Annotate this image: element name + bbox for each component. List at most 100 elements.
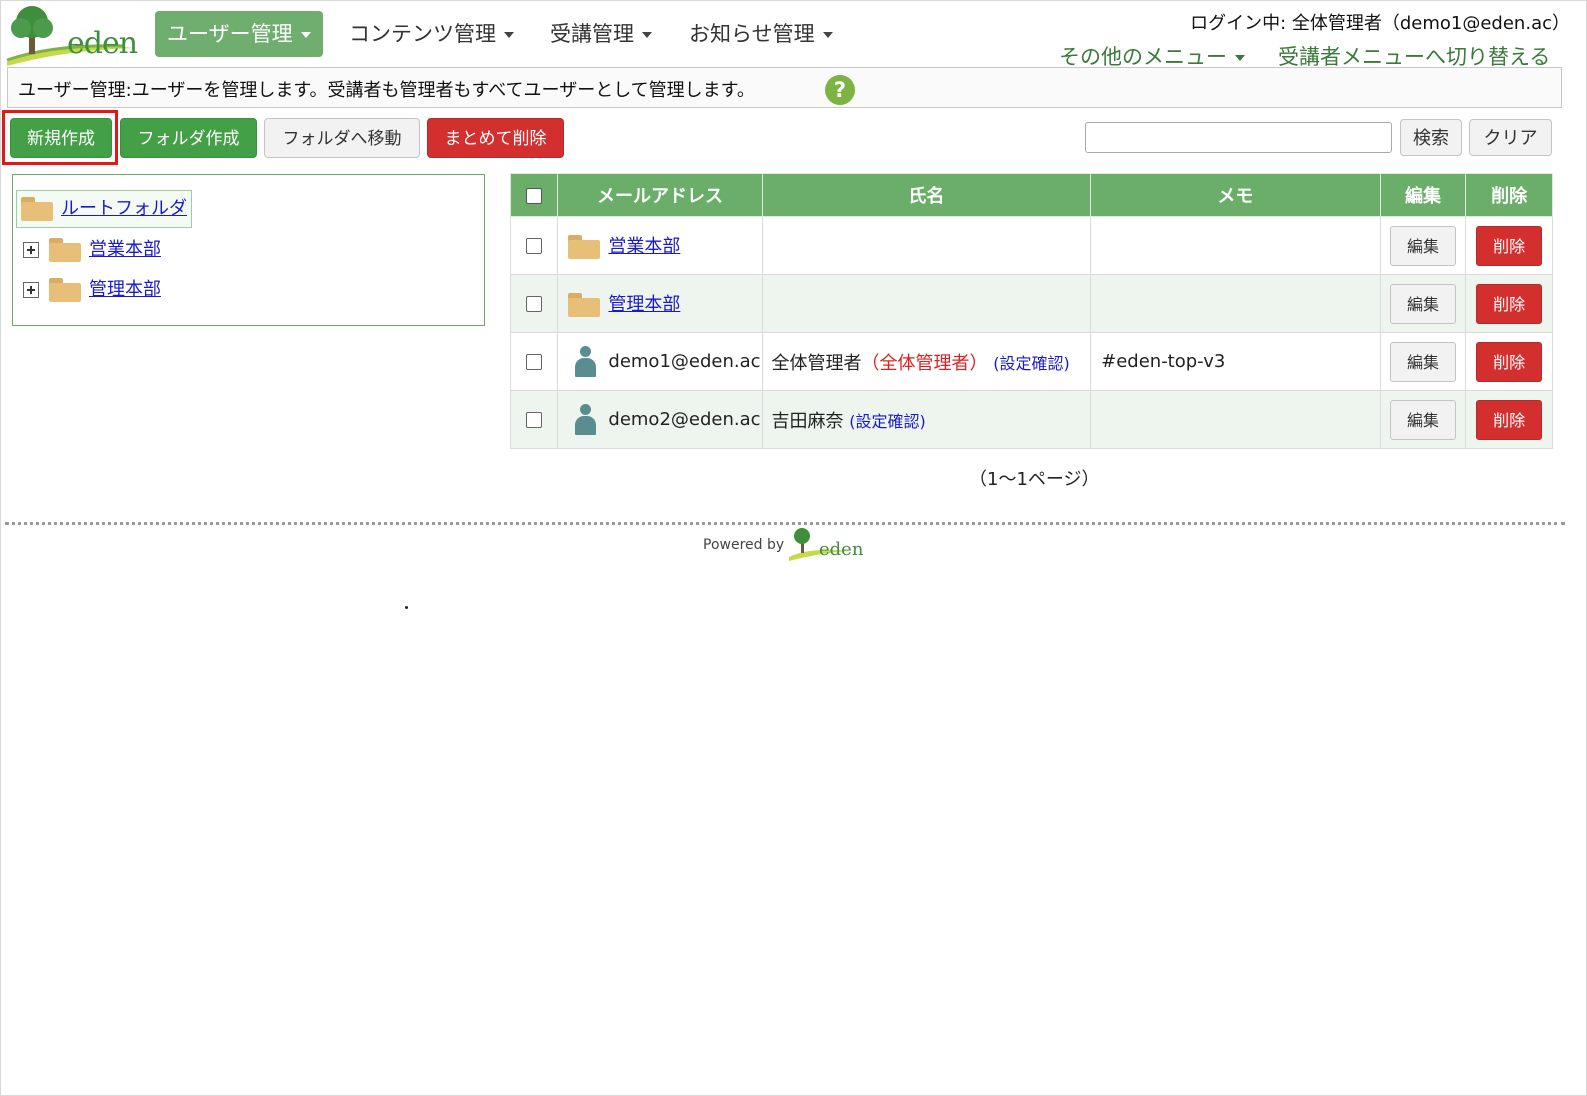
user-role: （全体管理者） (861, 352, 988, 374)
folder-icon (49, 278, 81, 302)
nav-content-management[interactable]: コンテンツ管理 (337, 11, 526, 57)
name-cell (761, 216, 1092, 275)
caret-down-icon (642, 32, 652, 38)
folder-icon (568, 235, 601, 259)
row-checkbox[interactable] (526, 412, 543, 428)
header-name[interactable]: 氏名 (761, 173, 1092, 217)
tree-item-admin[interactable]: 管理本部 (23, 272, 161, 308)
eden-logo[interactable]: eden (5, 4, 145, 66)
user-name: 全体管理者 (771, 352, 862, 374)
edit-button[interactable]: 編集 (1390, 225, 1457, 266)
row-select-cell (509, 274, 559, 333)
delete-cell: 削除 (1465, 216, 1553, 275)
user-icon (574, 345, 597, 378)
row-checkbox[interactable] (526, 354, 543, 370)
user-name: 吉田麻奈 (771, 410, 844, 432)
table-row: 管理本部 編集 削除 (509, 274, 1553, 333)
create-folder-button[interactable]: フォルダ作成 (120, 118, 257, 158)
nav-label: 受講管理 (550, 22, 634, 46)
stray-dot (405, 606, 408, 609)
table-row: demo1@eden.ac 全体管理者（全体管理者） (設定確認) #eden-… (509, 332, 1553, 391)
description-bar: ユーザー管理:ユーザーを管理します。受講者も管理者もすべてユーザーとして管理しま… (7, 67, 1562, 108)
folder-icon (49, 238, 81, 262)
table-row: demo2@eden.ac 吉田麻奈 (設定確認) 編集 削除 (509, 390, 1553, 449)
delete-cell: 削除 (1465, 332, 1553, 391)
tree-folder-link[interactable]: 管理本部 (89, 279, 161, 300)
user-icon (574, 403, 597, 436)
logo-text: eden (67, 26, 138, 61)
email-cell: demo2@eden.ac (557, 390, 763, 449)
nav-course-management[interactable]: 受講管理 (538, 11, 664, 57)
email-cell: demo1@eden.ac (557, 332, 763, 391)
folder-tree: ルートフォルダ 営業本部 管理本部 (12, 174, 485, 326)
edit-cell: 編集 (1379, 332, 1467, 391)
other-menu-label: その他のメニュー (1059, 45, 1227, 69)
nav-label: コンテンツ管理 (349, 22, 496, 46)
settings-check-link[interactable]: (設定確認) (849, 412, 926, 431)
folder-link[interactable]: 営業本部 (608, 236, 680, 257)
name-cell (761, 274, 1092, 333)
footer-logo-text: eden (819, 539, 864, 560)
delete-button[interactable]: 削除 (1476, 225, 1543, 266)
search-input[interactable] (1085, 122, 1392, 153)
tree-root-link[interactable]: ルートフォルダ (61, 198, 187, 219)
row-checkbox[interactable] (526, 296, 543, 312)
expand-plus-icon[interactable] (23, 242, 39, 258)
name-cell: 全体管理者（全体管理者） (設定確認) (761, 332, 1092, 391)
caret-down-icon (822, 32, 833, 38)
bulk-delete-button[interactable]: まとめて削除 (427, 118, 564, 158)
user-table: メールアドレス 氏名 メモ 編集 削除 営業本部 編集 削除 管理本部 編集 削… (509, 173, 1553, 449)
memo-cell (1090, 390, 1381, 449)
memo-cell (1090, 216, 1381, 275)
memo-cell: #eden-top-v3 (1090, 332, 1381, 391)
clear-button[interactable]: クリア (1469, 119, 1552, 156)
header-memo[interactable]: メモ (1090, 173, 1381, 217)
folder-link[interactable]: 管理本部 (608, 294, 680, 315)
delete-button[interactable]: 削除 (1476, 341, 1543, 382)
edit-button[interactable]: 編集 (1390, 399, 1457, 440)
edit-button[interactable]: 編集 (1390, 283, 1457, 324)
table-header-row: メールアドレス 氏名 メモ 編集 削除 (509, 173, 1553, 217)
table-row: 営業本部 編集 削除 (509, 216, 1553, 275)
header-edit: 編集 (1379, 173, 1467, 217)
row-select-cell (509, 332, 559, 391)
tree-root-folder[interactable]: ルートフォルダ (16, 190, 192, 228)
expand-plus-icon[interactable] (23, 282, 39, 298)
row-select-cell (509, 390, 559, 449)
row-select-cell (509, 216, 559, 275)
caret-down-icon (1235, 55, 1245, 61)
settings-check-link[interactable]: (設定確認) (993, 354, 1070, 373)
email-cell: 管理本部 (557, 274, 763, 333)
caret-down-icon (504, 32, 514, 38)
caret-down-icon (300, 32, 311, 38)
memo-cell (1090, 274, 1381, 333)
header-delete: 削除 (1465, 173, 1553, 217)
tree-item-sales[interactable]: 営業本部 (23, 232, 161, 268)
new-user-button[interactable]: 新規作成 (10, 118, 112, 158)
edit-button[interactable]: 編集 (1390, 341, 1457, 382)
help-icon[interactable]: ? (825, 75, 855, 105)
page-description: ユーザー管理:ユーザーを管理します。受講者も管理者もすべてユーザーとして管理しま… (18, 80, 755, 101)
delete-cell: 削除 (1465, 274, 1553, 333)
name-cell: 吉田麻奈 (設定確認) (761, 390, 1092, 449)
nav-user-management[interactable]: ユーザー管理 (155, 11, 323, 57)
nav-label: お知らせ管理 (689, 22, 815, 46)
folder-icon (21, 197, 53, 221)
nav-label: ユーザー管理 (167, 22, 293, 46)
select-all-cell (509, 173, 559, 217)
edit-cell: 編集 (1379, 390, 1467, 449)
delete-cell: 削除 (1465, 390, 1553, 449)
edit-cell: 編集 (1379, 216, 1467, 275)
search-button[interactable]: 検索 (1400, 119, 1462, 156)
select-all-checkbox[interactable] (526, 187, 543, 204)
login-info: ログイン中: 全体管理者（demo1@eden.ac） (1190, 13, 1570, 34)
delete-button[interactable]: 削除 (1476, 399, 1543, 440)
tree-folder-link[interactable]: 営業本部 (89, 239, 161, 260)
row-checkbox[interactable] (526, 238, 543, 254)
email-cell: 営業本部 (557, 216, 763, 275)
move-to-folder-button[interactable]: フォルダへ移動 (264, 118, 420, 158)
delete-button[interactable]: 削除 (1476, 283, 1543, 324)
header-email[interactable]: メールアドレス (557, 173, 763, 217)
nav-news-management[interactable]: お知らせ管理 (677, 11, 845, 57)
user-email: demo2@eden.ac (608, 408, 761, 430)
